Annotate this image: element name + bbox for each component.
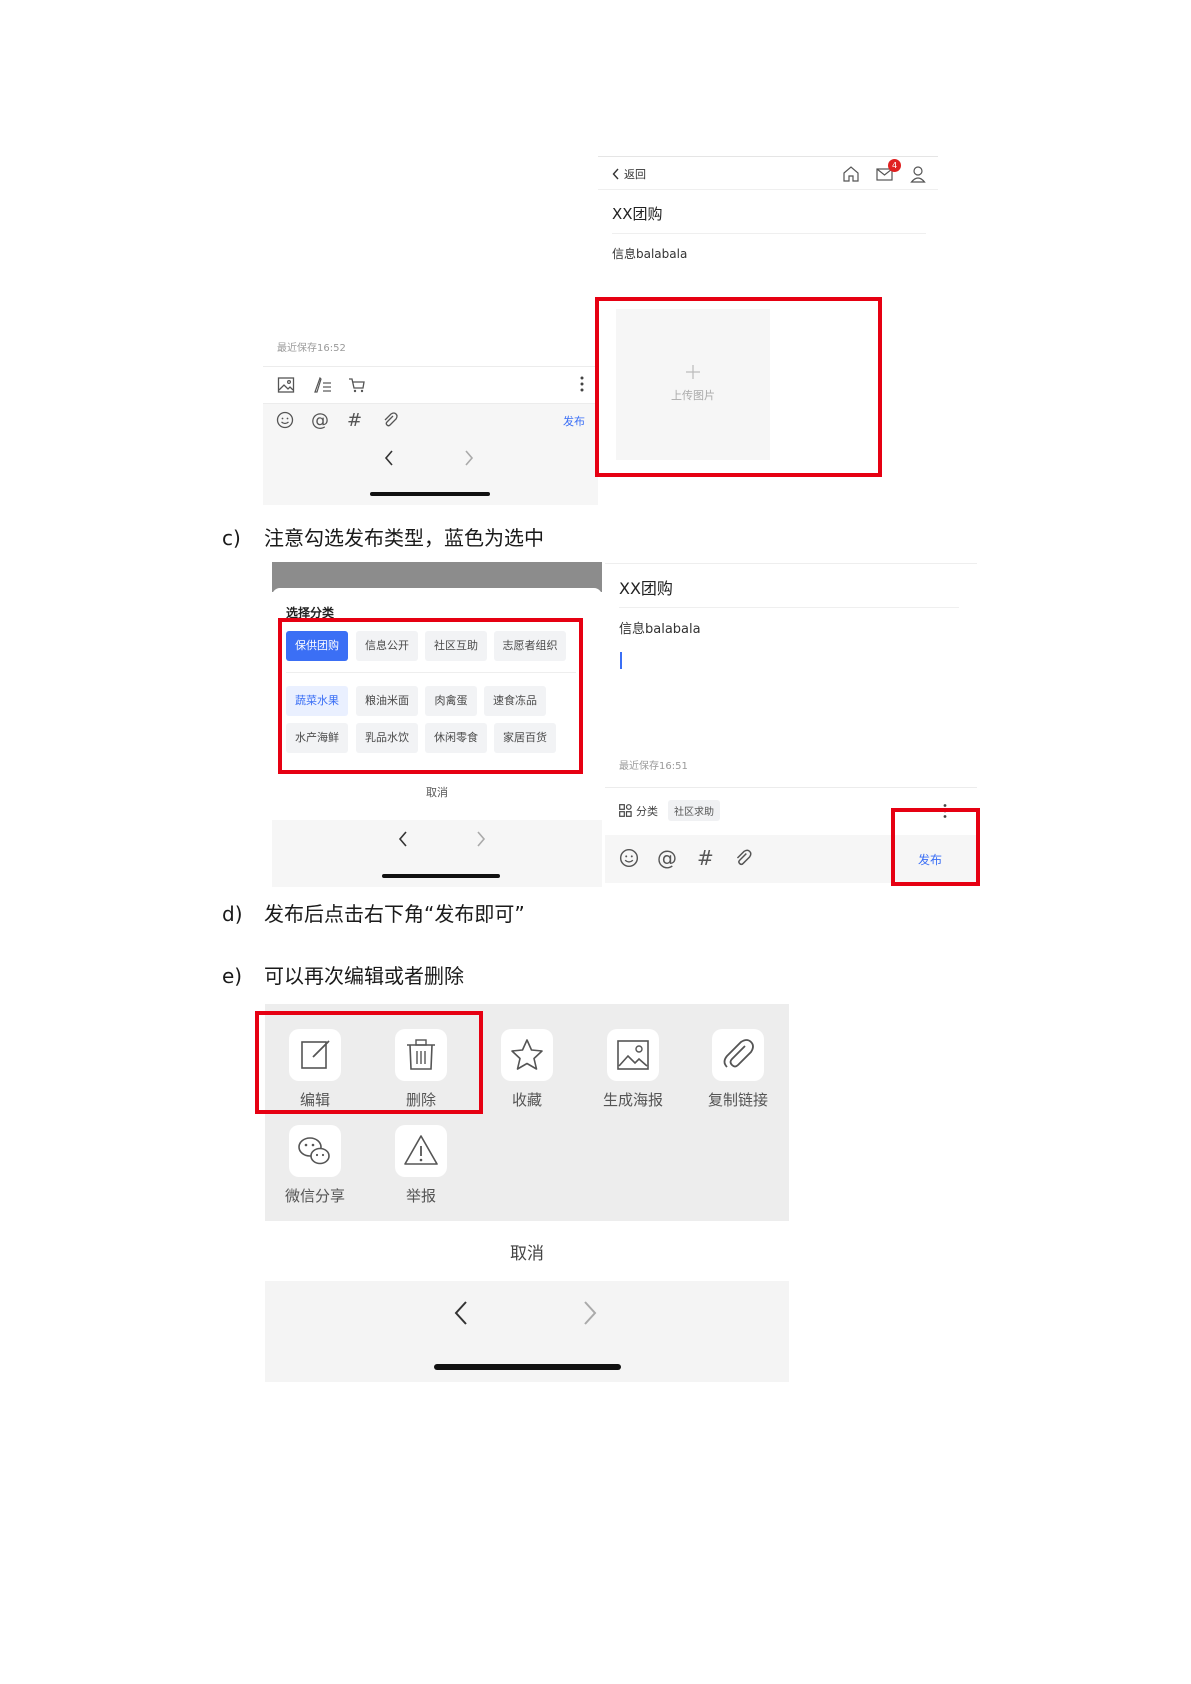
wechat-share-tile[interactable] xyxy=(289,1125,341,1177)
mention-icon[interactable]: @ xyxy=(311,410,329,431)
copy-link-tile[interactable] xyxy=(712,1029,764,1081)
back-button[interactable]: 返回 xyxy=(612,166,646,182)
caption-label: e) xyxy=(222,964,243,988)
back-chevron-icon[interactable] xyxy=(383,449,395,467)
favorite-label: 收藏 xyxy=(511,1091,542,1109)
home-indicator xyxy=(370,492,490,496)
caption-label: c) xyxy=(222,526,241,550)
divider xyxy=(598,189,938,190)
back-chevron-icon xyxy=(612,168,619,180)
editor-panel-left: 最近保存16:52 @ # 发布 xyxy=(263,153,598,505)
caption-d: d) 发布后点击右下角“发布即可” xyxy=(222,898,525,927)
home-indicator xyxy=(434,1364,621,1370)
publish-button[interactable]: 发布 xyxy=(563,413,585,429)
home-icon[interactable] xyxy=(842,165,860,183)
text-cursor xyxy=(620,652,622,669)
text-format-icon[interactable] xyxy=(312,376,332,394)
divider xyxy=(598,156,938,157)
wechat-share-label: 微信分享 xyxy=(284,1187,345,1205)
category-selector[interactable]: 分类 社区求助 xyxy=(619,800,720,821)
caption-c: c) 注意勾选发布类型，蓝色为选中 xyxy=(222,522,544,551)
home-indicator xyxy=(382,874,500,878)
cancel-button[interactable]: 取消 xyxy=(272,784,602,800)
wechat-icon xyxy=(298,1137,330,1165)
divider xyxy=(605,563,977,564)
caption-text: 可以再次编辑或者删除 xyxy=(264,964,464,988)
highlight-box-upload xyxy=(595,297,882,477)
caption-e: e) 可以再次编辑或者删除 xyxy=(222,960,464,989)
post-title: XX团购 xyxy=(612,205,663,223)
hashtag-icon[interactable]: # xyxy=(697,846,714,870)
image-icon xyxy=(617,1040,649,1070)
back-chevron-icon[interactable] xyxy=(397,830,409,848)
emoji-icon[interactable] xyxy=(276,411,294,429)
attachment-icon[interactable] xyxy=(381,411,399,429)
divider xyxy=(619,607,959,608)
save-status: 最近保存16:52 xyxy=(277,343,346,354)
highlight-box-publish xyxy=(891,808,980,886)
save-status: 最近保存16:51 xyxy=(619,761,688,772)
category-label: 分类 xyxy=(636,804,658,818)
category-grid-icon xyxy=(619,804,632,817)
notification-badge: 4 xyxy=(888,159,901,172)
forward-chevron-icon[interactable] xyxy=(582,1300,598,1326)
attachment-icon[interactable] xyxy=(733,848,753,868)
post-title: XX团购 xyxy=(619,579,673,598)
forward-chevron-icon[interactable] xyxy=(463,449,475,467)
favorite-tile[interactable] xyxy=(501,1029,553,1081)
divider xyxy=(263,366,598,367)
forward-chevron-icon[interactable] xyxy=(475,830,487,848)
more-vertical-icon[interactable] xyxy=(580,375,584,393)
user-icon[interactable] xyxy=(910,165,926,183)
divider xyxy=(605,787,977,788)
post-body: 信息balabala xyxy=(612,247,688,261)
poster-label: 生成海报 xyxy=(602,1091,663,1109)
divider xyxy=(612,233,926,234)
highlight-box-edit-delete xyxy=(255,1011,483,1114)
category-value-chip: 社区求助 xyxy=(668,800,720,821)
report-tile[interactable] xyxy=(395,1125,447,1177)
star-icon xyxy=(511,1039,543,1070)
image-icon[interactable] xyxy=(277,376,295,394)
cancel-button[interactable]: 取消 xyxy=(265,1239,789,1264)
poster-tile[interactable] xyxy=(607,1029,659,1081)
post-body: 信息balabala xyxy=(619,622,701,637)
report-label: 举报 xyxy=(405,1187,436,1205)
back-label: 返回 xyxy=(624,168,646,181)
caption-text: 注意勾选发布类型，蓝色为选中 xyxy=(264,526,544,550)
emoji-icon[interactable] xyxy=(619,848,639,868)
caption-text: 发布后点击右下角“发布即可” xyxy=(264,902,525,926)
warning-icon xyxy=(404,1135,438,1165)
paperclip-icon xyxy=(723,1039,754,1068)
cart-icon[interactable] xyxy=(348,376,366,394)
hashtag-icon[interactable]: # xyxy=(347,410,362,431)
copy-link-label: 复制链接 xyxy=(707,1091,768,1109)
mention-icon[interactable]: @ xyxy=(657,846,677,870)
caption-label: d) xyxy=(222,902,243,926)
back-chevron-icon[interactable] xyxy=(453,1300,469,1326)
highlight-box-categories xyxy=(278,618,583,774)
